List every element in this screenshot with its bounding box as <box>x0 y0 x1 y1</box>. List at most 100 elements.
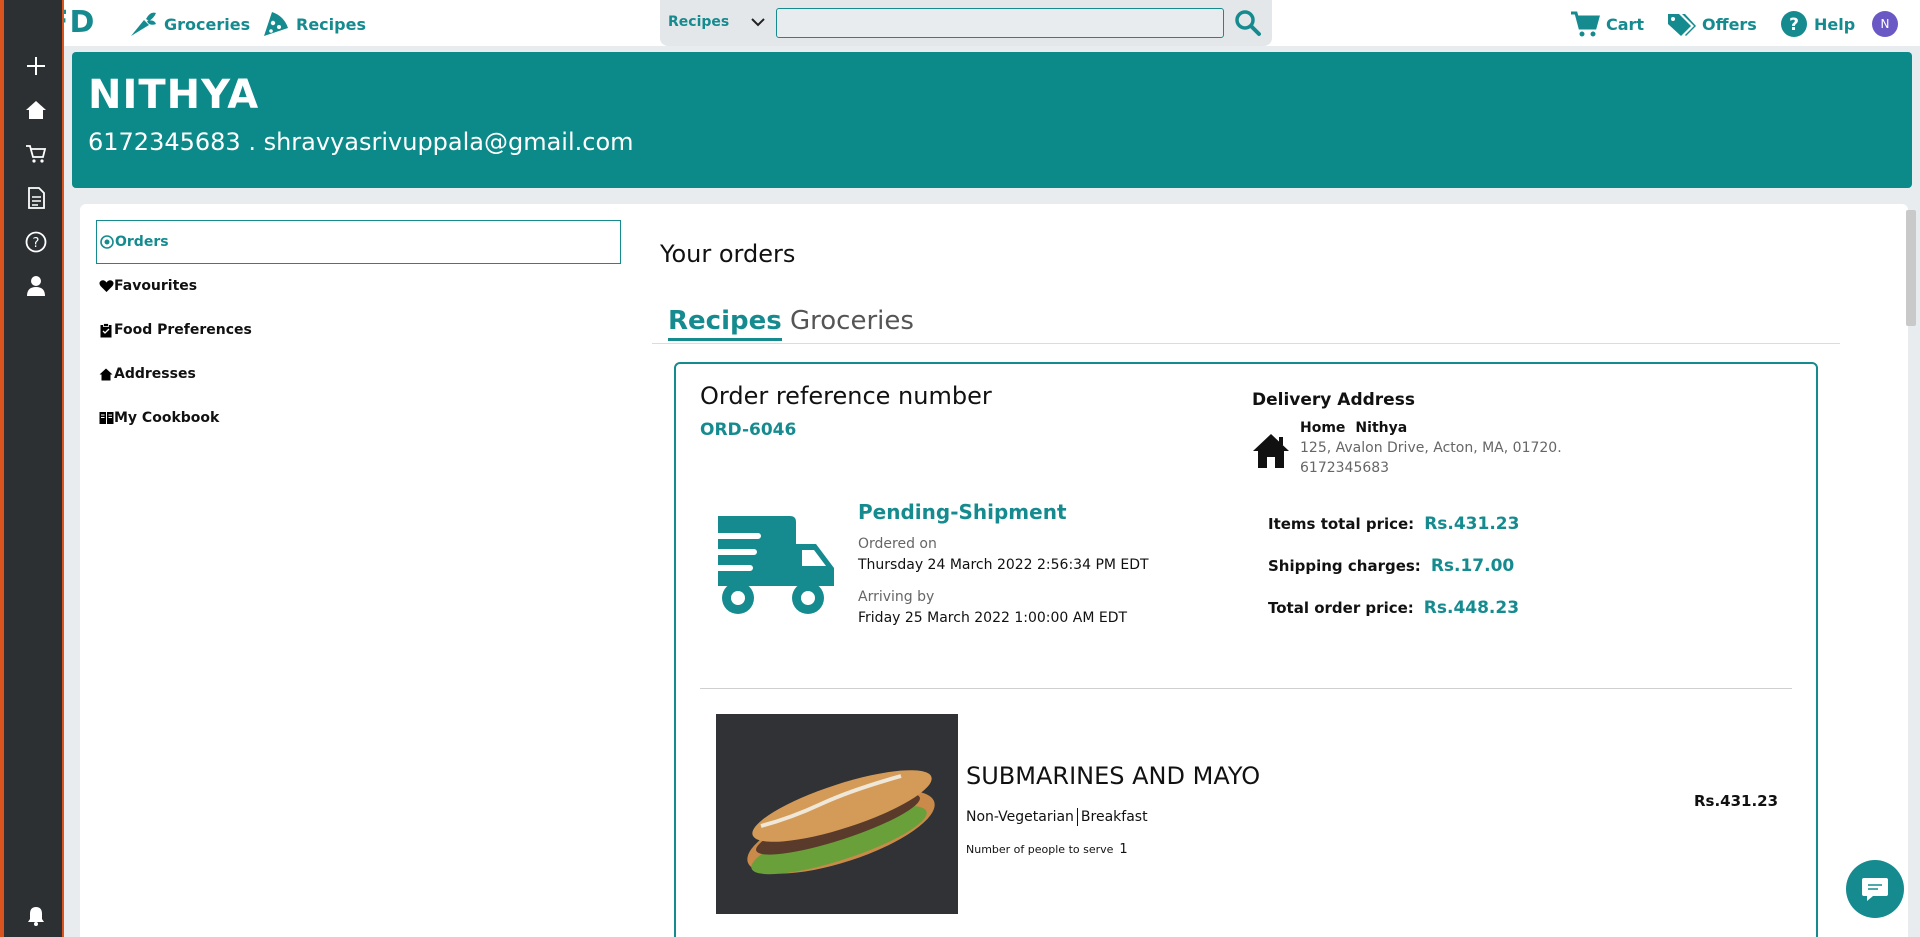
sidebar-help-button[interactable]: ? <box>22 228 50 256</box>
account-panel: Orders Favourites Food Preferences Addre… <box>80 204 1908 937</box>
total-label: Total order price: <box>1268 599 1414 617</box>
total-value: Rs.448.23 <box>1423 598 1520 618</box>
search-button[interactable] <box>1234 9 1262 37</box>
recipe-serves: Number of people to serve 1 <box>966 842 1128 857</box>
orders-tabs: Recipes Groceries <box>652 302 1840 344</box>
menu-item-favourites-label: Favourites <box>114 278 198 294</box>
delivery-address-heading: Delivery Address <box>1252 390 1415 410</box>
sidebar-document-button[interactable] <box>22 184 50 212</box>
address-header: Home Nithya <box>1300 420 1407 436</box>
tags-icon <box>1668 14 1696 36</box>
pizza-icon <box>264 12 288 36</box>
profile-contact: 6172345683 . shravyasrivuppala@gmail.com <box>88 128 634 156</box>
orders-heading: Your orders <box>660 240 796 268</box>
address-phone: 6172345683 <box>1300 460 1390 476</box>
sidebar-home-button[interactable] <box>22 96 50 124</box>
profile-name: NITHYA <box>88 72 260 118</box>
tag-separator <box>1076 808 1078 826</box>
menu-item-addresses-label: Addresses <box>114 366 196 382</box>
address-type: Home <box>1300 420 1346 436</box>
menu-item-food-preferences-label: Food Preferences <box>114 322 252 338</box>
sidebar-cart-button[interactable] <box>22 140 50 168</box>
tab-recipes[interactable]: Recipes <box>668 306 782 341</box>
items-total-value: Rs.431.23 <box>1424 514 1520 534</box>
ordered-on-label: Ordered on <box>858 536 937 552</box>
nav-recipes-label: Recipes <box>296 14 366 34</box>
user-icon <box>27 276 45 296</box>
chat-icon <box>1862 878 1888 901</box>
sidebar-user-button[interactable] <box>22 272 50 300</box>
order-reference-value[interactable]: ORD-6046 <box>700 420 796 440</box>
cart-icon <box>26 145 47 163</box>
nav-cart[interactable]: Cart <box>1570 10 1644 38</box>
recipe-diet-tag: Non-Vegetarian <box>966 809 1074 825</box>
recipe-meal-tag: Breakfast <box>1080 809 1148 825</box>
top-bar: FD Groceries Recipes Recipes Cart Offers… <box>0 0 1920 46</box>
heart-icon <box>98 278 114 294</box>
menu-item-my-cookbook[interactable]: My Cookbook <box>96 396 621 440</box>
user-avatar[interactable]: N <box>1872 11 1898 37</box>
card-divider <box>700 688 1792 689</box>
shipping-label: Shipping charges: <box>1268 557 1421 575</box>
serves-label: Number of people to serve <box>966 843 1114 856</box>
order-card: Order reference number ORD-6046 Pending-… <box>674 362 1818 937</box>
clipboard-icon <box>98 322 114 338</box>
delivery-truck-icon <box>698 516 834 614</box>
page-scrollbar[interactable] <box>1906 210 1916 326</box>
chevron-down-icon <box>751 18 765 27</box>
search-category-value: Recipes <box>668 14 730 30</box>
sidebar-add-button[interactable] <box>22 52 50 80</box>
items-total-row: Items total price: Rs.431.23 <box>1268 514 1519 534</box>
left-sidebar: ? <box>0 0 64 937</box>
search-bar: Recipes <box>660 0 1272 46</box>
nav-help[interactable]: ? Help <box>1780 10 1855 38</box>
search-input[interactable] <box>776 8 1224 38</box>
nav-offers[interactable]: Offers <box>1666 10 1757 38</box>
help-icon: ? <box>1781 11 1807 37</box>
help-icon: ? <box>25 231 47 253</box>
house-icon <box>1253 434 1289 468</box>
carrot-icon <box>131 12 156 36</box>
bell-icon <box>28 907 44 926</box>
menu-item-favourites[interactable]: Favourites <box>96 264 621 308</box>
serves-value: 1 <box>1119 842 1128 857</box>
recipe-tags: Non-Vegetarian Breakfast <box>966 808 1148 826</box>
tab-groceries[interactable]: Groceries <box>790 306 914 336</box>
menu-item-orders-label: Orders <box>115 234 169 250</box>
shipping-value: Rs.17.00 <box>1430 556 1515 576</box>
svg-text:?: ? <box>1789 15 1799 35</box>
cart-icon <box>1571 11 1600 37</box>
cookbook-icon <box>98 410 114 426</box>
recipe-image[interactable] <box>716 714 958 914</box>
orders-icon <box>99 234 115 250</box>
order-reference-label: Order reference number <box>700 382 992 410</box>
svg-text:?: ? <box>33 236 40 251</box>
recipe-name[interactable]: SUBMARINES AND MAYO <box>966 762 1260 790</box>
menu-item-food-preferences[interactable]: Food Preferences <box>96 308 621 352</box>
menu-item-addresses[interactable]: Addresses <box>96 352 621 396</box>
profile-banner: NITHYA 6172345683 . shravyasrivuppala@gm… <box>72 52 1912 188</box>
items-total-label: Items total price: <box>1268 515 1415 533</box>
plus-icon <box>27 57 45 75</box>
nav-recipes[interactable]: Recipes <box>262 10 366 38</box>
chat-button[interactable] <box>1846 860 1904 918</box>
arriving-by-label: Arriving by <box>858 589 935 605</box>
arriving-by-value: Friday 25 March 2022 1:00:00 AM EDT <box>858 610 1128 626</box>
nav-groceries[interactable]: Groceries <box>128 10 250 38</box>
account-menu: Orders Favourites Food Preferences Addre… <box>96 220 621 440</box>
nav-cart-label: Cart <box>1606 14 1645 34</box>
document-icon <box>28 187 45 209</box>
menu-item-orders[interactable]: Orders <box>96 220 621 264</box>
search-icon <box>1235 10 1261 36</box>
sidebar-notifications-button[interactable] <box>22 902 50 930</box>
nav-offers-label: Offers <box>1702 14 1757 34</box>
ordered-on-value: Thursday 24 March 2022 2:56:34 PM EDT <box>858 557 1149 573</box>
search-category-select[interactable]: Recipes <box>668 14 765 30</box>
nav-groceries-label: Groceries <box>164 14 251 34</box>
shipping-row: Shipping charges: Rs.17.00 <box>1268 556 1514 576</box>
address-name: Nithya <box>1355 420 1408 436</box>
home-icon <box>26 101 46 119</box>
total-row: Total order price: Rs.448.23 <box>1268 598 1519 618</box>
order-status: Pending-Shipment <box>858 500 1067 524</box>
address-line: 125, Avalon Drive, Acton, MA, 01720. <box>1300 440 1562 456</box>
